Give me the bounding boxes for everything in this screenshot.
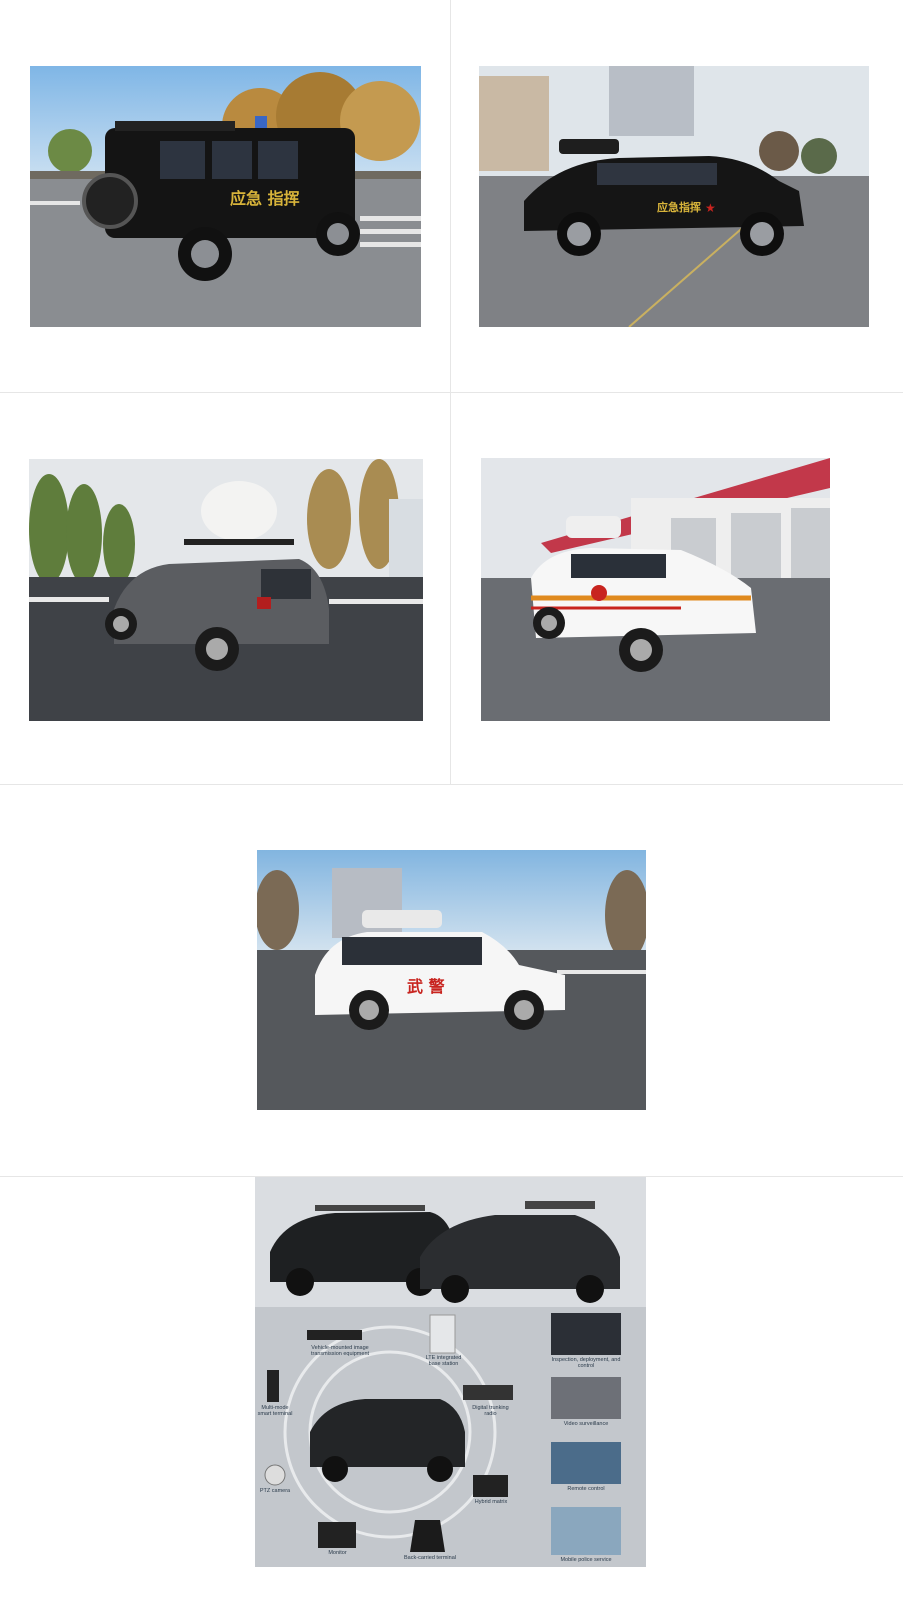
- image-grid: 应急 指挥 应急指挥 ★ 武 警 Vehicle-mounted image t…: [0, 0, 903, 1605]
- vehicle-photo-2[interactable]: 应急指挥 ★: [479, 66, 869, 327]
- vehicle-photo-5[interactable]: 武 警: [257, 850, 646, 1110]
- label-lte-base: LTE integrated base station: [425, 1355, 462, 1368]
- label-inspection: Inspection, deployment, and control: [551, 1357, 621, 1370]
- vehicle-photo-4[interactable]: [481, 458, 830, 721]
- vehicle-2-marking: 应急指挥: [657, 200, 701, 214]
- label-vehicle-transmission: Vehicle-mounted image transmission equip…: [310, 1345, 370, 1358]
- vehicle-5-marking: 武 警: [407, 977, 445, 996]
- star-icon: ★: [705, 201, 716, 215]
- label-mobile-police: Mobile police service: [560, 1557, 612, 1563]
- vehicle-photo-1[interactable]: 应急 指挥: [30, 66, 421, 327]
- label-multimode: Multi-mode smart terminal: [257, 1405, 293, 1418]
- label-hybrid: Hybrid matrix: [474, 1499, 508, 1505]
- label-trunking: Digital trunking radio: [472, 1405, 509, 1418]
- label-video: Video surveillance: [563, 1421, 609, 1427]
- system-diagram[interactable]: Vehicle-mounted image transmission equip…: [255, 1177, 646, 1567]
- label-ptz: PTZ camera: [259, 1488, 291, 1494]
- label-backcarried: Back-carried terminal: [404, 1555, 456, 1561]
- label-remote: Remote control: [567, 1486, 605, 1492]
- vehicle-1-marking: 应急 指挥: [230, 189, 300, 208]
- vehicle-photo-3[interactable]: [29, 459, 423, 721]
- label-monitor: Monitor: [328, 1550, 347, 1556]
